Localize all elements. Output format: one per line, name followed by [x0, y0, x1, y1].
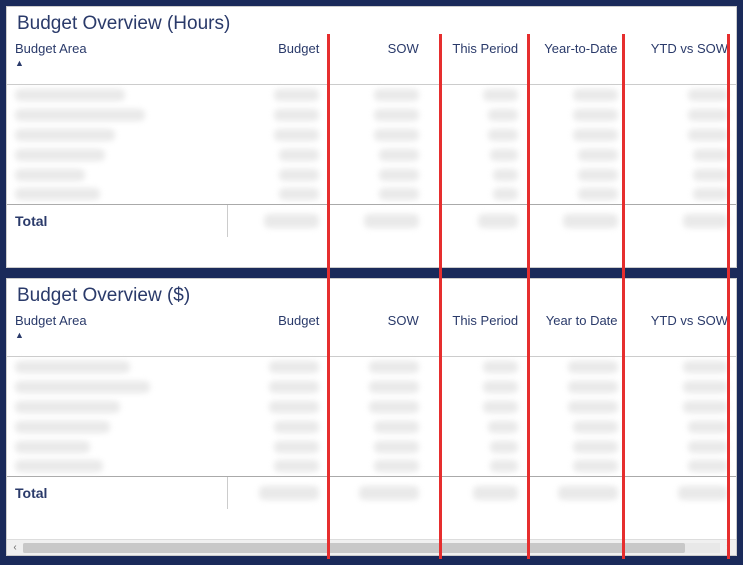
table-row	[7, 377, 736, 397]
col-label: Budget Area	[15, 41, 87, 56]
col-this-period[interactable]: This Period	[427, 309, 526, 357]
scroll-right-icon[interactable]: ›	[720, 540, 736, 556]
col-ytd-vs-sow[interactable]: YTD vs SOW	[626, 309, 736, 357]
col-budget[interactable]: Budget	[228, 37, 327, 85]
table-body-hours	[7, 85, 736, 205]
table-row	[7, 397, 736, 417]
table-hours: Budget Area ▲ Budget SOW This Period Yea…	[7, 37, 736, 237]
table-row	[7, 165, 736, 185]
table-row	[7, 125, 736, 145]
table-header-row: Budget Area ▲ Budget SOW This Period Yea…	[7, 37, 736, 85]
table-body-dollars	[7, 357, 736, 477]
total-label: Total	[7, 477, 228, 510]
col-this-period[interactable]: This Period	[427, 37, 526, 85]
scroll-left-icon[interactable]: ‹	[7, 540, 23, 556]
scroll-thumb[interactable]	[23, 543, 685, 553]
panel-title-dollars: Budget Overview ($)	[7, 279, 736, 309]
col-ytd[interactable]: Year-to-Date	[526, 37, 625, 85]
table-dollars: Budget Area ▲ Budget SOW This Period Yea…	[7, 309, 736, 509]
total-row: Total	[7, 477, 736, 510]
total-row: Total	[7, 205, 736, 238]
col-sow[interactable]: SOW	[327, 37, 426, 85]
total-label: Total	[7, 205, 228, 238]
panel-budget-dollars: Budget Overview ($) Budget Area ▲ Budget…	[6, 278, 737, 556]
table-row	[7, 185, 736, 205]
horizontal-scrollbar[interactable]: ‹ ›	[7, 539, 736, 555]
col-ytd[interactable]: Year to Date	[526, 309, 625, 357]
sort-asc-icon: ▲	[15, 58, 220, 68]
col-sow[interactable]: SOW	[327, 309, 426, 357]
table-row	[7, 85, 736, 105]
sort-asc-icon: ▲	[15, 330, 220, 340]
table-row	[7, 357, 736, 377]
table-row	[7, 437, 736, 457]
col-budget-area[interactable]: Budget Area ▲	[7, 37, 228, 85]
col-label: Budget Area	[15, 313, 87, 328]
table-row	[7, 145, 736, 165]
table-row	[7, 105, 736, 125]
table-header-row: Budget Area ▲ Budget SOW This Period Yea…	[7, 309, 736, 357]
col-budget[interactable]: Budget	[228, 309, 327, 357]
col-budget-area[interactable]: Budget Area ▲	[7, 309, 228, 357]
panel-title-hours: Budget Overview (Hours)	[7, 7, 736, 37]
table-row	[7, 457, 736, 477]
scroll-track[interactable]	[23, 543, 720, 553]
col-ytd-vs-sow[interactable]: YTD vs SOW	[626, 37, 736, 85]
panel-budget-hours: Budget Overview (Hours) Budget Area ▲ Bu…	[6, 6, 737, 268]
table-row	[7, 417, 736, 437]
